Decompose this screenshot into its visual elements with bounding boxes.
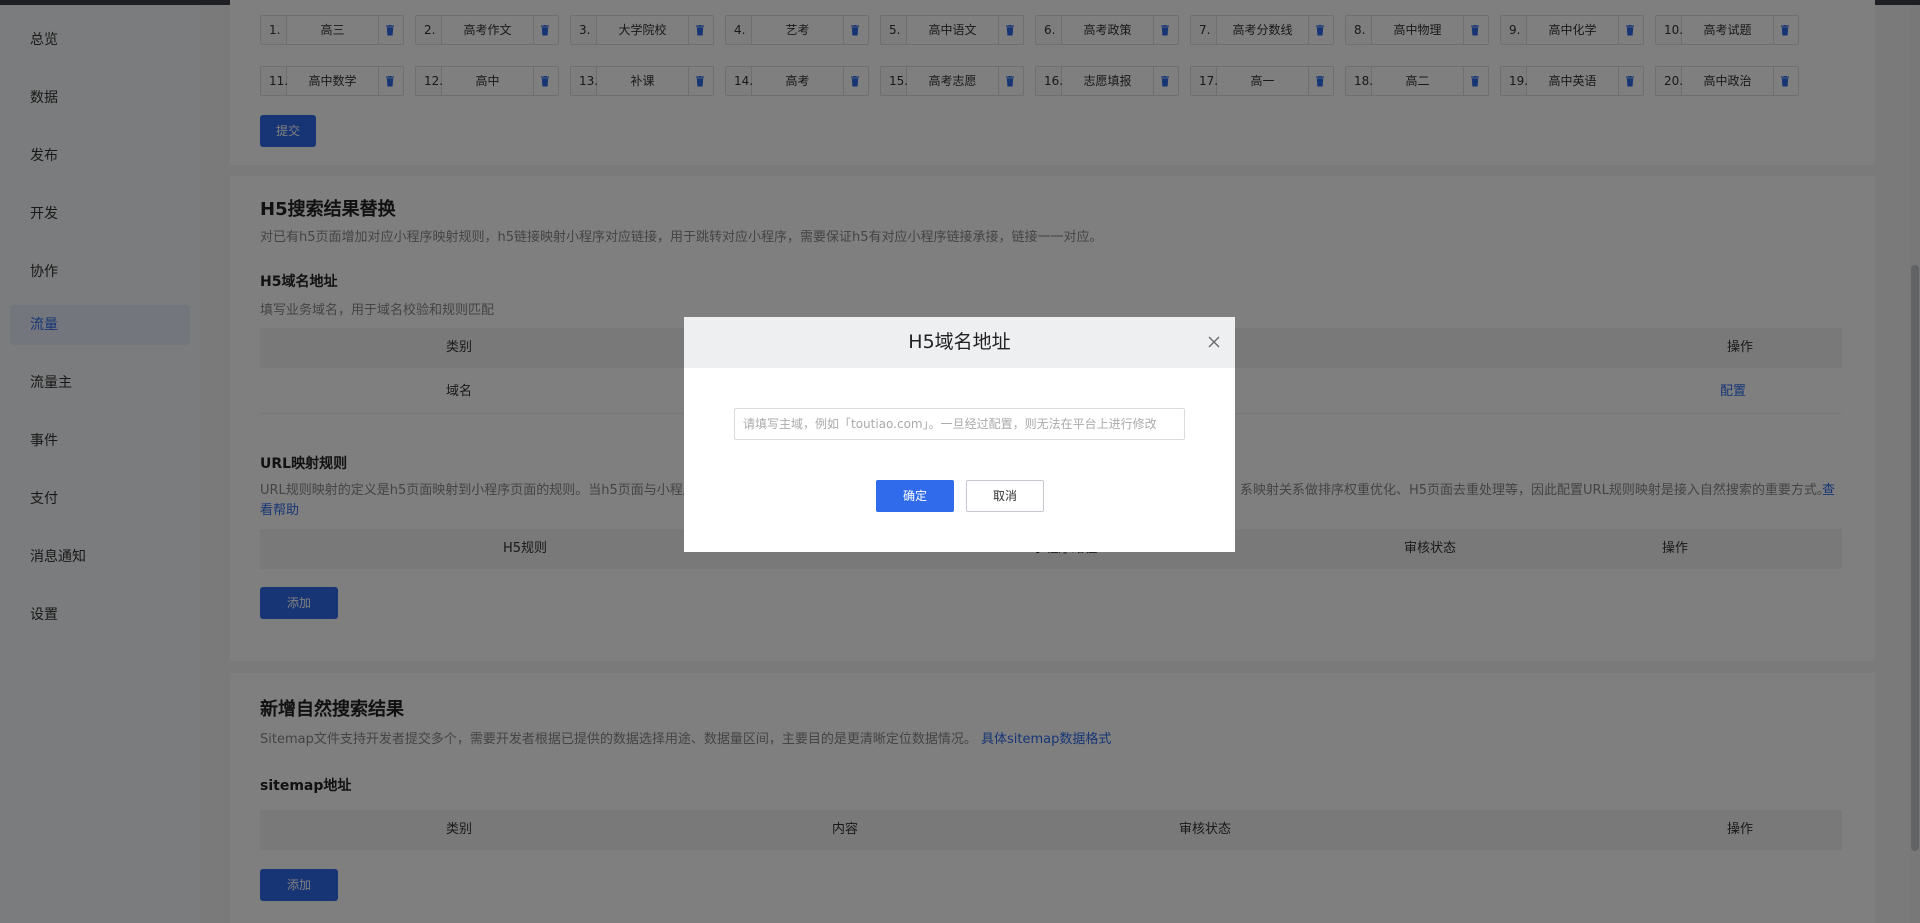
cancel-button[interactable]: 取消 xyxy=(966,480,1044,512)
h5-domain-dialog: H5域名地址 确定 取消 xyxy=(684,317,1235,552)
domain-input[interactable] xyxy=(734,408,1185,440)
close-icon[interactable] xyxy=(1205,333,1223,351)
confirm-button[interactable]: 确定 xyxy=(876,480,954,512)
modal-header: H5域名地址 xyxy=(684,317,1235,368)
modal-title: H5域名地址 xyxy=(908,331,1011,353)
